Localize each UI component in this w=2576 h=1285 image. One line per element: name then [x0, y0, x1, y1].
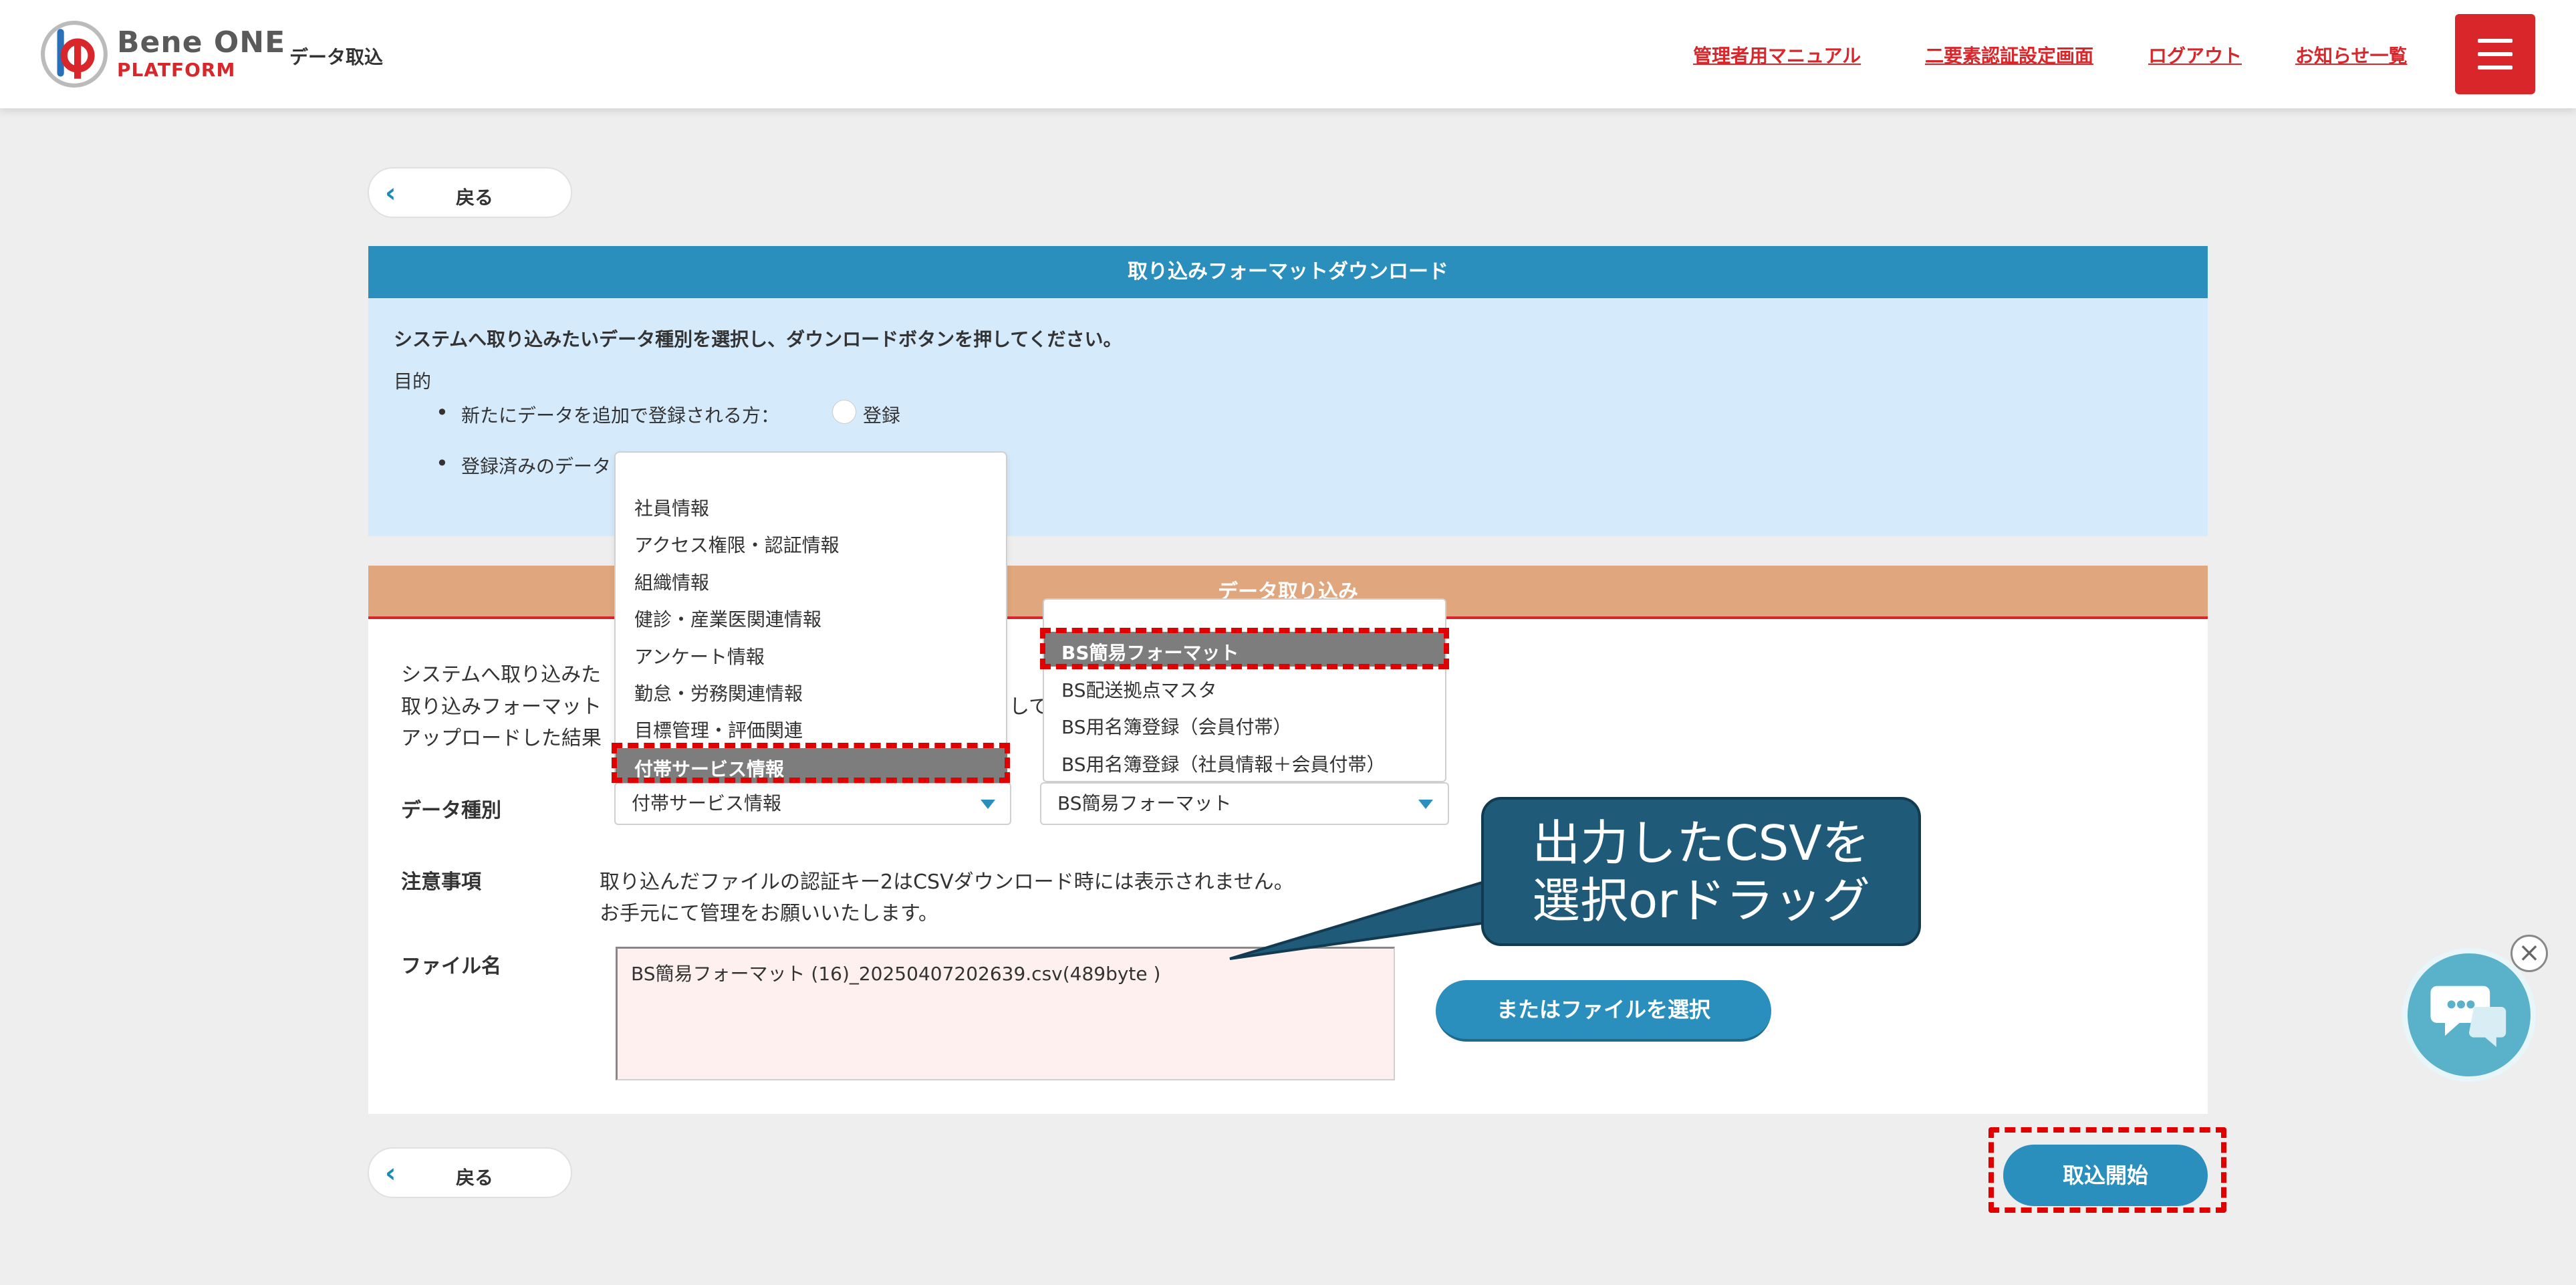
bullet-new-data: 新たにデータを追加で登録される方：: [436, 400, 779, 428]
highlight-data-type-selection: [612, 743, 1010, 783]
page-title: データ取込: [289, 46, 384, 68]
file-drop-area[interactable]: BS簡易フォーマット (16)_20250407202639.csv(489by…: [616, 947, 1395, 1080]
brand-name: Bene ONE: [117, 25, 286, 60]
choose-file-button[interactable]: またはファイルを選択: [1436, 980, 1771, 1042]
data-type-label: データ種別: [401, 799, 501, 822]
notes-line1: 取り込んだファイルの認証キー2はCSVダウンロード時には表示されません。: [600, 870, 1294, 894]
bene-one-logo-icon[interactable]: [40, 20, 108, 88]
hamburger-menu-button[interactable]: [2455, 14, 2535, 94]
download-panel-title: 取り込みフォーマットダウンロード: [368, 246, 2208, 298]
import-desc-line1: システムへ取り込みた: [401, 663, 602, 687]
two-factor-settings-link[interactable]: 二要素認証設定画面: [1925, 41, 2093, 68]
format-option[interactable]: BS用名簿登録（会員付帯）: [1061, 713, 1292, 739]
chat-button[interactable]: [2402, 948, 2536, 1082]
chevron-left-icon: ‹: [385, 178, 396, 209]
register-radio-label: 登録: [863, 404, 901, 427]
back-button-bottom[interactable]: ‹ 戻る: [368, 1147, 572, 1198]
data-type-option[interactable]: 勤怠・労務関連情報: [634, 679, 803, 706]
back-button-label: 戻る: [456, 187, 494, 209]
selected-file-name: BS簡易フォーマット (16)_20250407202639.csv(489by…: [631, 963, 1161, 985]
data-type-dropdown-list: 社員情報 アクセス権限・認証情報 組織情報 健診・産業医関連情報 アンケート情報…: [614, 451, 1007, 783]
admin-manual-link[interactable]: 管理者用マニュアル: [1693, 41, 1861, 68]
menu-icon: [2478, 39, 2513, 43]
caret-down-icon: [1418, 800, 1433, 809]
data-type-select[interactable]: 付帯サービス情報: [614, 782, 1011, 825]
format-dropdown-list: BS簡易フォーマット BS配送拠点マスタ BS用名簿登録（会員付帯） BS用名簿…: [1043, 598, 1446, 782]
import-desc-line3: アップロードした結果: [401, 727, 602, 750]
back-button-top[interactable]: ‹ 戻る: [368, 167, 572, 218]
highlight-format-selection: [1040, 628, 1449, 669]
data-type-option[interactable]: アンケート情報: [634, 642, 765, 669]
data-type-option[interactable]: 社員情報: [634, 494, 709, 521]
notices-link[interactable]: お知らせ一覧: [2295, 41, 2407, 68]
format-select-value: BS簡易フォーマット: [1057, 792, 1232, 814]
format-option[interactable]: BS用名簿登録（社員情報＋会員付帯）: [1061, 750, 1386, 777]
back-button-label: 戻る: [456, 1167, 494, 1189]
data-type-option[interactable]: アクセス権限・認証情報: [634, 531, 840, 558]
format-option[interactable]: BS配送拠点マスタ: [1061, 676, 1217, 703]
brand-subname: PLATFORM: [117, 59, 236, 81]
data-type-option[interactable]: 健診・産業医関連情報: [634, 605, 821, 632]
chat-icon: [2430, 985, 2506, 1047]
chevron-left-icon: ‹: [385, 1158, 396, 1189]
instruction-callout: 出力したCSVを 選択orドラッグ: [1481, 797, 1921, 946]
register-radio[interactable]: [832, 400, 856, 424]
data-type-select-value: 付帯サービス情報: [632, 792, 782, 814]
purpose-label: 目的: [394, 370, 432, 392]
callout-line1: 出力したCSVを: [1532, 815, 1870, 871]
logout-link[interactable]: ログアウト: [2148, 41, 2242, 68]
bullet-existing-data: 登録済みのデータ: [436, 451, 611, 479]
import-desc-line2: 取り込みフォーマット: [401, 695, 602, 719]
notes-label: 注意事項: [401, 870, 481, 894]
format-select[interactable]: BS簡易フォーマット: [1040, 782, 1449, 825]
data-type-option[interactable]: 組織情報: [634, 568, 709, 595]
download-instruction: システムへ取り込みたいデータ種別を選択し、ダウンロードボタンを押してください。: [394, 328, 1122, 350]
file-name-label: ファイル名: [401, 955, 501, 978]
close-icon[interactable]: ×: [2510, 935, 2548, 972]
top-header: Bene ONE PLATFORM データ取込 管理者用マニュアル 二要素認証設…: [0, 0, 2576, 108]
highlight-start-import: [1988, 1127, 2226, 1213]
callout-line2: 選択orドラッグ: [1532, 872, 1870, 929]
caret-down-icon: [981, 800, 995, 809]
notes-line2: お手元にて管理をお願いいたします。: [600, 902, 938, 925]
data-type-option[interactable]: 目標管理・評価関連: [634, 716, 803, 743]
